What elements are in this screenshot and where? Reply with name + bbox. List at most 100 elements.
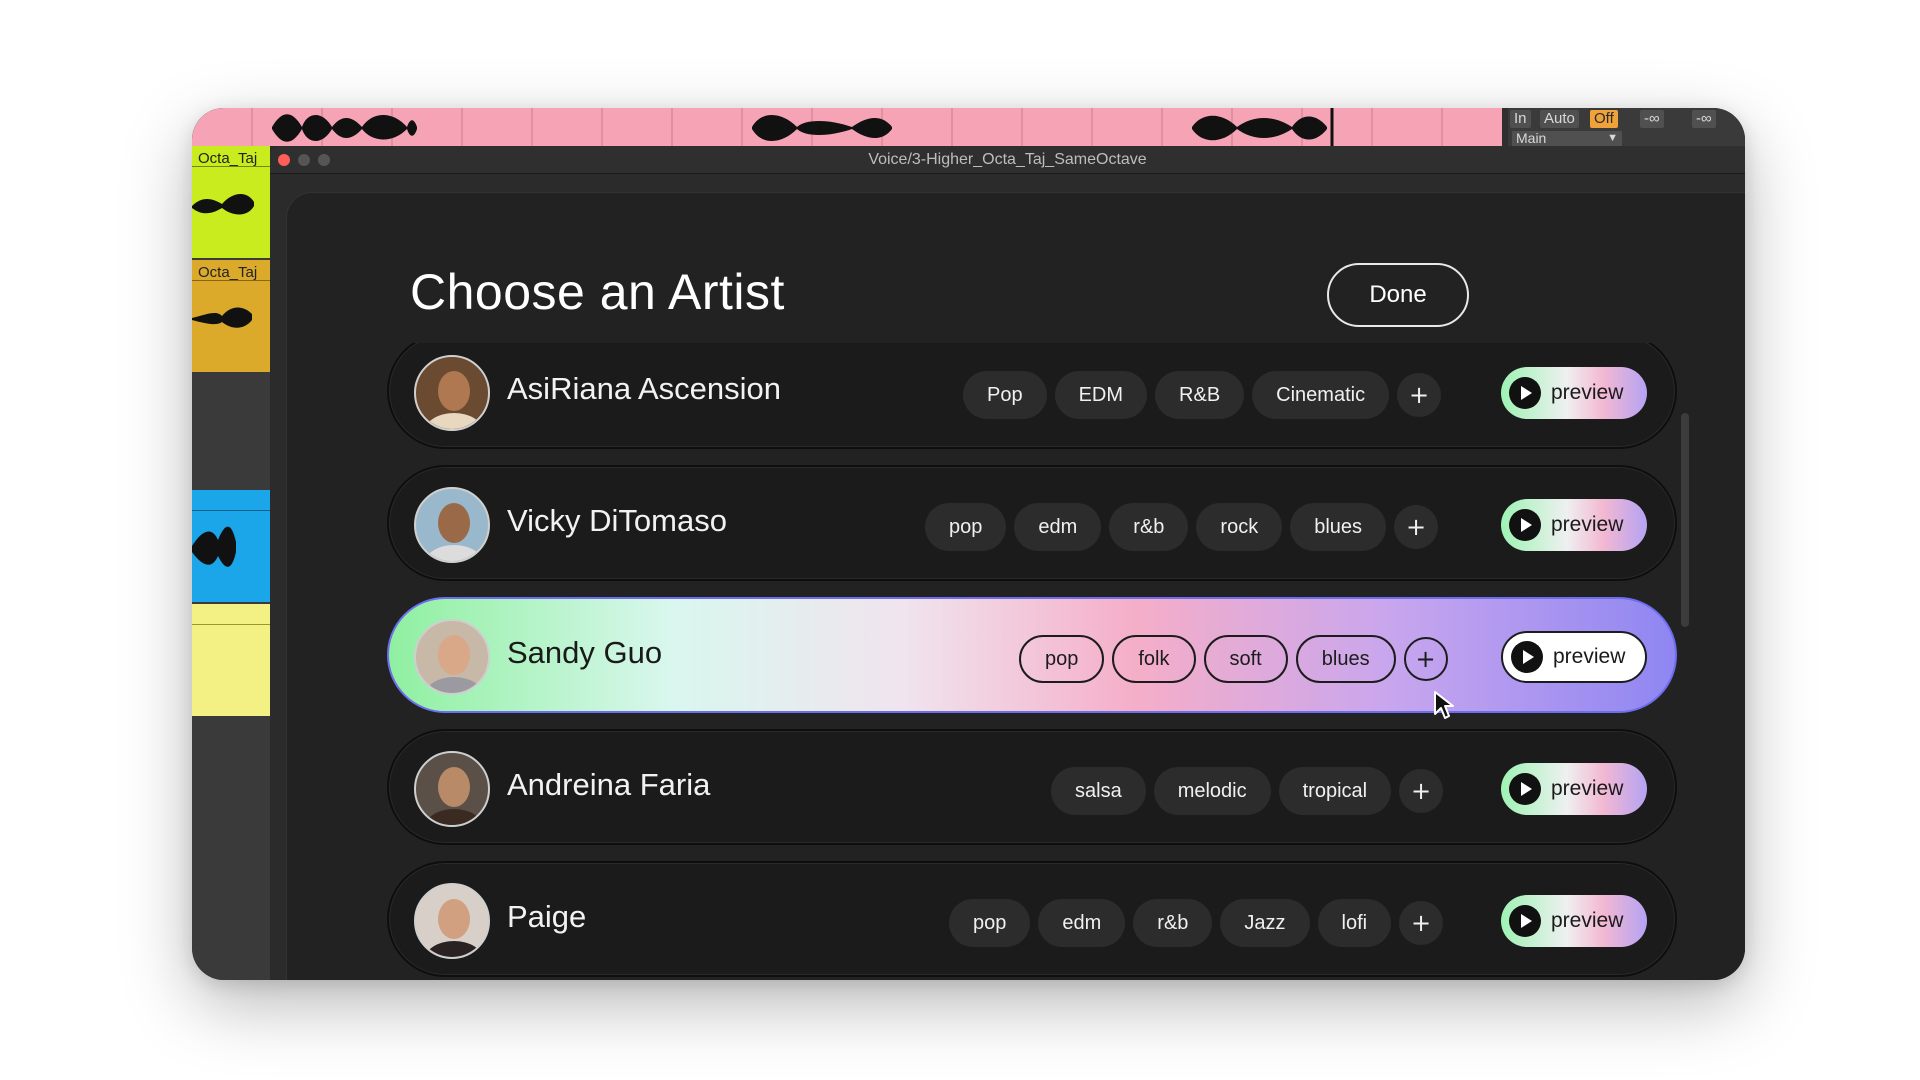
window-title: Voice/3-Higher_Octa_Taj_SameOctave (868, 151, 1147, 168)
genre-tag[interactable]: melodic (1153, 767, 1271, 815)
genre-tag[interactable]: pop (925, 503, 1007, 551)
screenshot-frame: In Auto Off -∞ -∞ Main ▼ Octa_Taj Octa_Ta… (192, 108, 1745, 980)
genre-tag[interactable]: blues (1290, 503, 1387, 551)
genre-tag[interactable]: pop (1019, 635, 1105, 683)
artist-row[interactable]: Paige pop edm r&b Jazz lofi + preview (387, 861, 1677, 977)
track-clip[interactable] (192, 604, 270, 716)
monitor-auto-button[interactable]: Auto (1540, 110, 1579, 128)
genre-tag[interactable]: Pop (963, 371, 1047, 419)
preview-label: preview (1551, 777, 1624, 800)
artist-row-selected[interactable]: Sandy Guo pop folk soft blues + preview (387, 597, 1677, 713)
genre-tag[interactable]: edm (1014, 503, 1102, 551)
play-icon (1509, 905, 1541, 937)
avatar-face (438, 899, 470, 939)
preview-label: preview (1553, 645, 1626, 668)
artist-name: Sandy Guo (507, 635, 663, 670)
waveform-icon (192, 526, 236, 567)
genre-tag[interactable]: tropical (1278, 767, 1392, 815)
genre-tag[interactable]: EDM (1054, 371, 1148, 419)
artist-avatar (414, 883, 490, 959)
track-clip[interactable] (192, 490, 270, 602)
output-select-value: Main (1516, 130, 1547, 146)
mouse-pointer-icon (1434, 691, 1454, 719)
daw-arrangement-top: In Auto Off -∞ -∞ Main ▼ (192, 108, 1745, 146)
avatar-body (424, 809, 484, 825)
artist-avatar (414, 619, 490, 695)
scrollbar[interactable] (1681, 413, 1689, 627)
artist-list: AsiRiana Ascension Pop EDM R&B Cinematic… (387, 343, 1677, 980)
track-controls: In Auto Off -∞ -∞ Main ▼ (1508, 108, 1745, 146)
genre-tag[interactable]: Cinematic (1252, 371, 1390, 419)
add-tag-button[interactable]: + (1403, 637, 1448, 681)
genre-tag[interactable]: edm (1038, 899, 1126, 947)
genre-tag[interactable]: blues (1295, 635, 1396, 683)
preview-button[interactable]: preview (1501, 763, 1647, 815)
avatar-body (424, 413, 484, 429)
genre-tag[interactable]: folk (1112, 635, 1196, 683)
waveform-icon (251, 108, 1443, 146)
genre-tag[interactable]: Jazz (1220, 899, 1310, 947)
artist-name: Vicky DiTomaso (507, 503, 727, 538)
genre-tag[interactable]: lofi (1317, 899, 1392, 947)
monitor-in-button[interactable]: In (1510, 110, 1531, 128)
chevron-down-icon: ▼ (1607, 132, 1618, 144)
genre-tag[interactable]: r&b (1109, 503, 1189, 551)
waveform-icon (192, 307, 252, 328)
play-icon (1509, 509, 1541, 541)
artist-row[interactable]: AsiRiana Ascension Pop EDM R&B Cinematic… (387, 343, 1677, 449)
avatar-face (438, 371, 470, 411)
artist-row[interactable]: Andreina Faria salsa melodic tropical + … (387, 729, 1677, 845)
artist-avatar (414, 355, 490, 431)
meter-readout-right: -∞ (1692, 110, 1716, 128)
genre-tag[interactable]: r&b (1133, 899, 1213, 947)
preview-label: preview (1551, 381, 1624, 404)
genre-tag[interactable]: R&B (1155, 371, 1245, 419)
genre-tags: Pop EDM R&B Cinematic + (963, 371, 1442, 419)
done-button[interactable]: Done (1327, 263, 1469, 327)
artist-avatar (414, 487, 490, 563)
plugin-window: Voice/3-Higher_Octa_Taj_SameOctave Choos… (270, 146, 1745, 980)
clip-header-line (192, 624, 270, 625)
artist-name: AsiRiana Ascension (507, 371, 781, 406)
avatar-face (438, 767, 470, 807)
add-tag-button[interactable]: + (1399, 901, 1444, 945)
genre-tag[interactable]: pop (949, 899, 1031, 947)
add-tag-button[interactable]: + (1397, 373, 1442, 417)
preview-button[interactable]: preview (1501, 499, 1647, 551)
artist-avatar (414, 751, 490, 827)
artist-picker-panel: Choose an Artist Done AsiRiana Ascension… (286, 192, 1745, 980)
monitor-off-button[interactable]: Off (1590, 110, 1618, 128)
artist-name: Paige (507, 899, 587, 934)
track-clip[interactable]: Octa_Taj (192, 260, 270, 372)
page-title: Choose an Artist (410, 264, 785, 320)
preview-button[interactable]: preview (1501, 631, 1647, 683)
play-icon (1509, 773, 1541, 805)
genre-tags: pop edm r&b rock blues + (925, 503, 1439, 551)
genre-tag[interactable]: soft (1203, 635, 1288, 683)
artist-name: Andreina Faria (507, 767, 711, 802)
preview-label: preview (1551, 513, 1624, 536)
avatar-face (438, 635, 470, 675)
track-clip[interactable]: Octa_Taj (192, 146, 270, 258)
avatar-body (424, 545, 484, 561)
genre-tags: salsa melodic tropical + (1051, 767, 1444, 815)
add-tag-button[interactable]: + (1399, 769, 1444, 813)
preview-button[interactable]: preview (1501, 895, 1647, 947)
window-titlebar: Voice/3-Higher_Octa_Taj_SameOctave (270, 146, 1745, 174)
avatar-face (438, 503, 470, 543)
avatar-body (424, 677, 484, 693)
genre-tag[interactable]: rock (1196, 503, 1283, 551)
output-select[interactable]: Main ▼ (1512, 131, 1622, 146)
genre-tags: pop edm r&b Jazz lofi + (949, 899, 1444, 947)
genre-tag[interactable]: salsa (1051, 767, 1146, 815)
audio-clip-pink[interactable] (192, 108, 1502, 146)
daw-track-lanes: Octa_Taj Octa_Taj (192, 146, 270, 980)
play-icon (1509, 377, 1541, 409)
avatar-body (424, 941, 484, 957)
meter-readout-left: -∞ (1640, 110, 1664, 128)
add-tag-button[interactable]: + (1394, 505, 1439, 549)
genre-tags: pop folk soft blues + (1019, 635, 1448, 683)
preview-button[interactable]: preview (1501, 367, 1647, 419)
play-icon (1511, 641, 1543, 673)
artist-row[interactable]: Vicky DiTomaso pop edm r&b rock blues + … (387, 465, 1677, 581)
